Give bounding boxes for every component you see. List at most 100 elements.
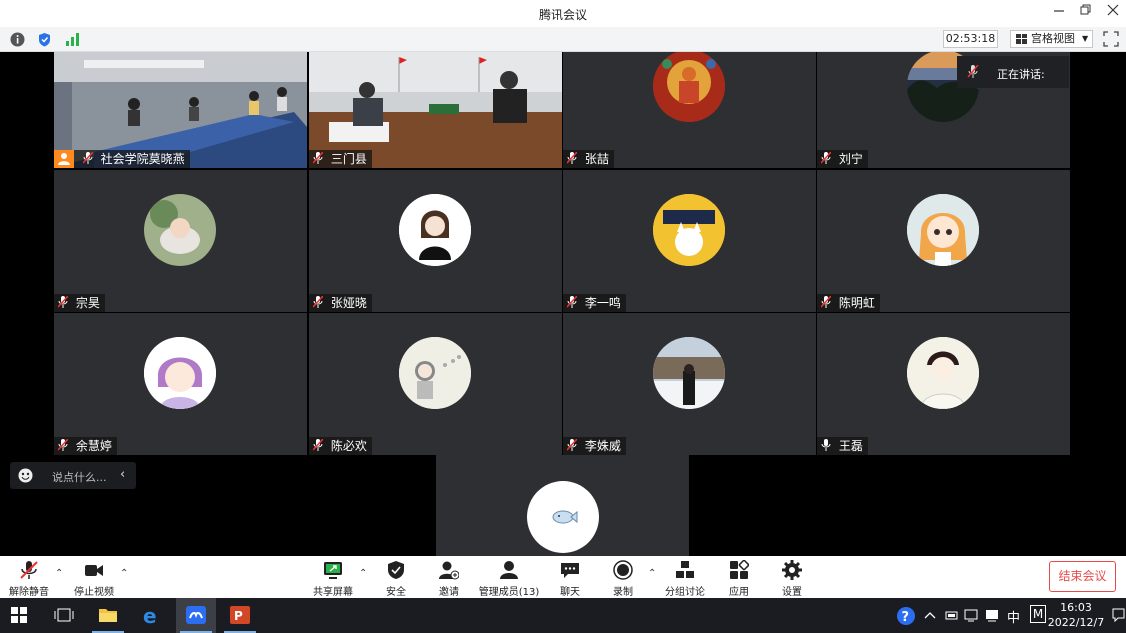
chevron-left-icon[interactable]: ‹ <box>120 467 134 483</box>
participant-tile[interactable]: 李姝威 <box>563 313 816 455</box>
apps-button[interactable]: 应用 <box>717 556 761 598</box>
breakout-rooms-button[interactable]: 分组讨论 <box>662 556 708 598</box>
participant-name-tag: 刘宁 <box>817 150 868 168</box>
avatar <box>399 194 471 266</box>
speaking-indicator: 正在讲话: <box>957 56 1069 88</box>
powerpoint-icon: P <box>230 606 250 624</box>
participant-tile[interactable]: 宗昊 <box>54 170 307 312</box>
meeting-toolbar: 解除静音 ⌃ 停止视频 ⌃ 共享屏幕 ⌃ 安全 邀请 管理成员(13) 聊天 录… <box>0 556 1126 598</box>
participant-tile[interactable]: 陈明虹 <box>817 170 1070 312</box>
share-screen-icon <box>324 562 342 579</box>
svg-text:?: ? <box>902 610 910 625</box>
edge-taskbar-item[interactable]: e <box>132 598 172 633</box>
breakout-label: 分组讨论 <box>665 587 705 598</box>
participant-name: 陈明虹 <box>838 296 875 310</box>
record-icon <box>613 560 633 580</box>
manage-members-button[interactable]: 管理成员(13) <box>476 556 542 598</box>
notification-icon[interactable] <box>1112 608 1126 633</box>
participant-name: 宗昊 <box>75 296 100 310</box>
participant-name-tag: 社会学院莫晓燕 <box>54 150 190 168</box>
participant-name: 张喆 <box>584 152 609 166</box>
chevron-down-icon: ▼ <box>1082 34 1089 43</box>
self-avatar <box>527 481 599 553</box>
chevron-up-icon[interactable]: ⌃ <box>359 568 369 579</box>
share-screen-button[interactable]: 共享屏幕 <box>308 556 358 598</box>
apps-icon <box>730 560 749 579</box>
info-icon[interactable] <box>10 32 25 47</box>
unmute-button[interactable]: 解除静音 <box>4 556 54 598</box>
start-button[interactable] <box>0 598 40 633</box>
security-label: 安全 <box>386 587 406 598</box>
powerpoint-taskbar-item[interactable]: P <box>220 598 260 633</box>
close-icon <box>1107 4 1119 16</box>
minimize-button[interactable] <box>1049 4 1069 22</box>
apps-label: 应用 <box>729 587 749 598</box>
invite-button[interactable]: 邀请 <box>427 556 471 598</box>
add-user-icon <box>439 561 459 580</box>
end-meeting-button[interactable]: 结束会议 <box>1049 561 1116 592</box>
speaker-icon[interactable] <box>985 609 1001 633</box>
participant-name-tag: 陈明虹 <box>817 294 880 312</box>
participant-name: 社会学院莫晓燕 <box>100 152 185 166</box>
restore-button[interactable] <box>1076 4 1096 22</box>
grid-icon <box>1016 34 1027 44</box>
network-signal-icon[interactable] <box>65 32 80 47</box>
tencent-meeting-taskbar-item[interactable] <box>176 598 216 633</box>
avatar <box>653 194 725 266</box>
chevron-up-icon[interactable]: ⌃ <box>120 568 130 579</box>
mic-muted-icon <box>313 439 323 451</box>
mic-muted-icon <box>313 296 323 308</box>
settings-button[interactable]: 设置 <box>770 556 814 598</box>
mic-muted-icon <box>821 152 831 164</box>
participant-tile[interactable]: 李一鸣 <box>563 170 816 312</box>
system-clock[interactable]: 16:03 2022/12/7 <box>1044 600 1108 630</box>
participant-name-tag: 张喆 <box>563 150 614 168</box>
ime-indicator[interactable]: 中 <box>1007 607 1020 633</box>
participant-tile[interactable]: 王磊 <box>817 313 1070 455</box>
help-icon[interactable]: ? <box>896 606 916 633</box>
participant-tile[interactable]: 陈必欢 <box>309 313 562 455</box>
mic-muted-icon <box>20 561 38 579</box>
chat-input[interactable]: 说点什么... ‹ <box>10 462 136 489</box>
record-button[interactable]: 录制 <box>601 556 645 598</box>
emoji-icon[interactable] <box>18 468 33 483</box>
task-view-icon <box>54 608 74 622</box>
window-title: 腾讯会议 <box>538 8 587 22</box>
chat-placeholder: 说点什么... <box>52 471 107 484</box>
tencent-meeting-icon <box>186 606 206 624</box>
network-icon[interactable] <box>964 609 980 633</box>
mic-muted-icon <box>567 296 577 308</box>
chat-button[interactable]: 聊天 <box>548 556 592 598</box>
chevron-up-icon[interactable]: ⌃ <box>55 568 65 579</box>
participant-tile[interactable]: 社会学院莫晓燕 <box>54 52 307 168</box>
edge-browser-icon: e <box>143 606 157 626</box>
battery-icon[interactable] <box>945 610 959 633</box>
fullscreen-icon[interactable] <box>1103 31 1119 47</box>
security-shield-icon[interactable] <box>37 32 52 47</box>
invite-label: 邀请 <box>439 587 459 598</box>
close-button[interactable] <box>1103 4 1123 22</box>
avatar <box>144 194 216 266</box>
participant-tile[interactable]: 余慧婷 <box>54 313 307 455</box>
speaking-label: 正在讲话: <box>997 68 1045 81</box>
participant-name-tag: 李姝威 <box>563 437 626 455</box>
chevron-up-icon[interactable] <box>924 610 936 633</box>
participant-name-tag: 张娅晓 <box>309 294 372 312</box>
task-view-button[interactable] <box>44 598 84 633</box>
participant-tile[interactable]: 张娅晓 <box>309 170 562 312</box>
self-preview-tile[interactable] <box>436 455 689 556</box>
manage-members-label: 管理成员(13) <box>478 587 540 598</box>
mic-on-icon <box>821 439 831 451</box>
mic-muted-icon <box>967 65 979 78</box>
grid-view-toggle[interactable]: 宫格视图 ▼ <box>1010 30 1093 48</box>
participant-tile[interactable]: 张喆 <box>563 52 816 168</box>
stop-video-button[interactable]: 停止视频 <box>69 556 119 598</box>
unmute-label: 解除静音 <box>9 587 49 598</box>
title-bar: 腾讯会议 <box>0 0 1126 27</box>
participant-name-tag: 陈必欢 <box>309 437 372 455</box>
security-button[interactable]: 安全 <box>374 556 418 598</box>
participant-tile[interactable]: 三门县 <box>309 52 562 168</box>
file-explorer-taskbar-item[interactable] <box>88 598 128 633</box>
windows-logo-icon <box>11 607 27 623</box>
chevron-up-icon[interactable]: ⌃ <box>648 568 658 579</box>
